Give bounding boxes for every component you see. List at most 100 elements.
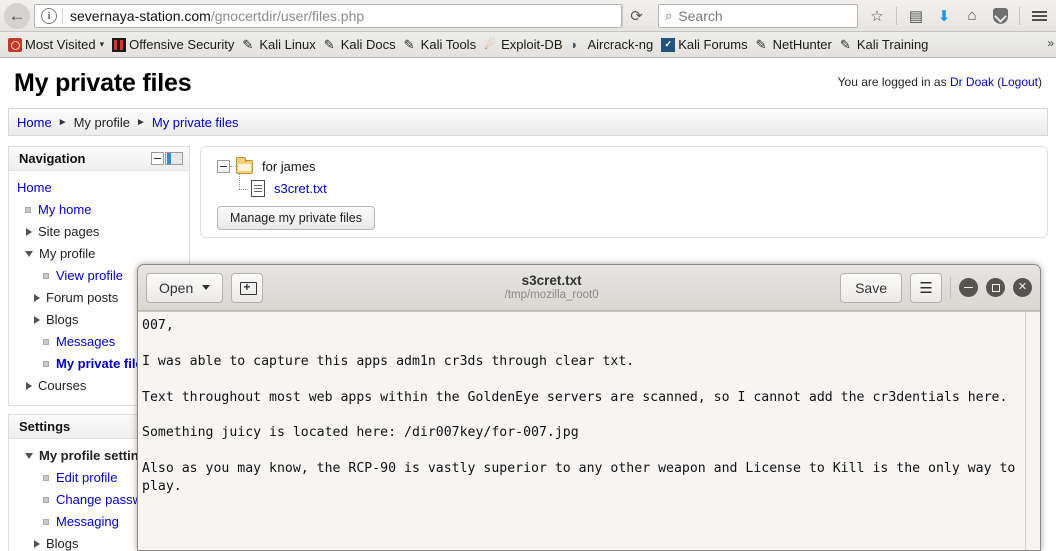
bookmark-kali-tools[interactable]: ✎ Kali Tools <box>400 35 480 54</box>
breadcrumb-item-my-profile: My profile <box>73 114 130 130</box>
tree-connector <box>237 172 251 197</box>
bookmark-label: Kali Training <box>856 37 929 52</box>
chevron-right-icon[interactable] <box>26 228 32 236</box>
save-button[interactable]: Save <box>840 272 902 303</box>
site-info-icon[interactable]: i <box>41 7 57 24</box>
nav-item-my-profile[interactable]: My profile <box>17 243 185 265</box>
nav-label: Site pages <box>38 224 100 239</box>
pocket-icon[interactable] <box>987 3 1013 29</box>
window-controls: ✕ <box>959 278 1032 297</box>
chevron-right-icon[interactable] <box>34 540 40 548</box>
chevron-right-icon[interactable] <box>34 294 40 302</box>
bookmark-kali-forums[interactable]: ✓ Kali Forums <box>657 35 751 54</box>
settings-link[interactable]: Edit profile <box>56 467 117 489</box>
download-icon[interactable]: ⬇ <box>931 3 957 29</box>
close-icon[interactable]: ✕ <box>1013 278 1032 297</box>
menu-icon[interactable] <box>1026 3 1052 29</box>
bookmark-kali-docs[interactable]: ✎ Kali Docs <box>320 35 400 54</box>
paren-close: ) <box>1038 75 1042 89</box>
text-file-icon <box>251 180 265 197</box>
login-prefix: You are logged in as <box>837 75 950 89</box>
page-title: My private files <box>14 69 192 97</box>
bookmark-label: Kali Linux <box>259 37 316 52</box>
bookmark-nethunter[interactable]: ✎ NetHunter <box>752 35 836 54</box>
logout-link[interactable]: Logout <box>1001 75 1038 89</box>
home-icon[interactable]: ⌂ <box>959 3 985 29</box>
file-link[interactable]: s3cret.txt <box>274 181 327 196</box>
settings-link[interactable]: Messaging <box>56 511 119 533</box>
bookmark-star-icon[interactable]: ☆ <box>864 3 890 29</box>
main-content: for james s3cret.txt Manage my private f… <box>200 146 1048 238</box>
collapse-icon[interactable] <box>151 152 164 165</box>
bookmark-aircrack-ng[interactable]: ◗ Aircrack-ng <box>567 35 658 54</box>
bookmark-label: NetHunter <box>772 37 832 52</box>
bookmark-kali-linux[interactable]: ✎ Kali Linux <box>238 35 319 54</box>
bookmark-label: Most Visited <box>25 37 96 52</box>
bullet-icon <box>43 273 49 279</box>
nav-item-my-home[interactable]: My home <box>17 199 185 221</box>
nav-link[interactable]: View profile <box>56 265 123 287</box>
navigation-block-header: Navigation <box>9 147 189 171</box>
tree-folder-row[interactable]: for james <box>217 156 1033 174</box>
breadcrumb-item-home[interactable]: Home <box>17 115 52 130</box>
bullet-icon <box>43 497 49 503</box>
breadcrumb-separator-icon: ► <box>57 116 68 128</box>
gedit-scroll-rail[interactable] <box>1025 312 1040 550</box>
tree-file-row[interactable]: s3cret.txt <box>217 172 1033 197</box>
manage-private-files-button[interactable]: Manage my private files <box>217 206 376 230</box>
tree-collapse-icon[interactable] <box>217 160 230 173</box>
bullet-icon <box>43 339 49 345</box>
login-info: You are logged in as Dr Doak (Logout) <box>838 75 1042 89</box>
logged-in-user-link[interactable]: Dr Doak <box>950 75 994 89</box>
navigation-toolbar: ← i severnaya-station.com/gnocertdir/use… <box>0 0 1056 32</box>
bookmarks-overflow-icon[interactable]: » <box>1047 36 1054 50</box>
kali-dragon-icon: ✎ <box>323 36 335 52</box>
open-button-label: Open <box>159 279 194 296</box>
search-input[interactable]: Search <box>678 8 722 24</box>
nav-link[interactable]: My private files <box>56 353 150 375</box>
gedit-text-area[interactable]: 007, I was able to capture this apps adm… <box>138 312 1025 550</box>
private-files-tree: for james s3cret.txt Manage my private f… <box>200 146 1048 238</box>
search-bar[interactable]: ⌕ Search <box>658 3 858 28</box>
kali-dragon-icon: ✎ <box>242 36 254 52</box>
breadcrumb-item-my-private-files[interactable]: My private files <box>152 115 239 130</box>
dock-block-icon[interactable] <box>165 152 183 165</box>
bookmark-most-visited[interactable]: Most Visited ▾ <box>4 35 108 54</box>
gedit-title-area: s3cret.txt /tmp/mozilla_root0 <box>263 273 840 303</box>
open-button[interactable]: Open <box>146 272 224 303</box>
nav-link[interactable]: My home <box>38 199 91 221</box>
aircrack-ng-icon: ◗ <box>570 36 579 52</box>
chevron-right-icon[interactable] <box>34 316 40 324</box>
chevron-down-icon[interactable] <box>25 251 33 257</box>
offensive-security-icon <box>112 37 127 52</box>
bookmark-label: Kali Forums <box>678 37 748 52</box>
search-icon: ⌕ <box>665 7 673 23</box>
library-icon[interactable]: ▤ <box>903 3 929 29</box>
nav-item-site-pages[interactable]: Site pages <box>17 221 185 243</box>
minimize-icon[interactable] <box>959 278 978 297</box>
bullet-icon <box>43 519 49 525</box>
nav-link[interactable]: Home <box>17 177 52 199</box>
nav-item-home[interactable]: Home <box>17 177 185 199</box>
bullet-icon <box>43 361 49 367</box>
chevron-down-icon <box>202 285 211 290</box>
nav-link[interactable]: Messages <box>56 331 115 353</box>
back-button[interactable]: ← <box>4 2 30 29</box>
hamburger-menu-icon[interactable]: ☰ <box>910 272 942 303</box>
bookmark-exploit-db[interactable]: ☄ Exploit-DB <box>480 35 566 54</box>
chevron-right-icon[interactable] <box>26 382 32 390</box>
toolbar-divider <box>896 6 897 25</box>
chevron-down-icon[interactable] <box>25 453 33 459</box>
folder-name: for james <box>262 159 316 174</box>
bookmark-offensive-security[interactable]: Offensive Security <box>108 35 238 54</box>
breadcrumb: Home ► My profile ► My private files <box>8 108 1048 136</box>
gedit-file-path: /tmp/mozilla_root0 <box>504 289 599 302</box>
reload-icon: ⟳ <box>630 7 643 25</box>
gedit-body: 007, I was able to capture this apps adm… <box>138 311 1040 550</box>
maximize-icon[interactable] <box>986 278 1005 297</box>
reload-button[interactable]: ⟳ <box>622 3 650 28</box>
url-bar[interactable]: i severnaya-station.com/gnocertdir/user/… <box>34 3 622 28</box>
new-document-button[interactable] <box>231 272 264 303</box>
url-path: /gnocertdir/user/files.php <box>210 7 365 24</box>
bookmark-kali-training[interactable]: ✎ Kali Training <box>836 35 933 54</box>
